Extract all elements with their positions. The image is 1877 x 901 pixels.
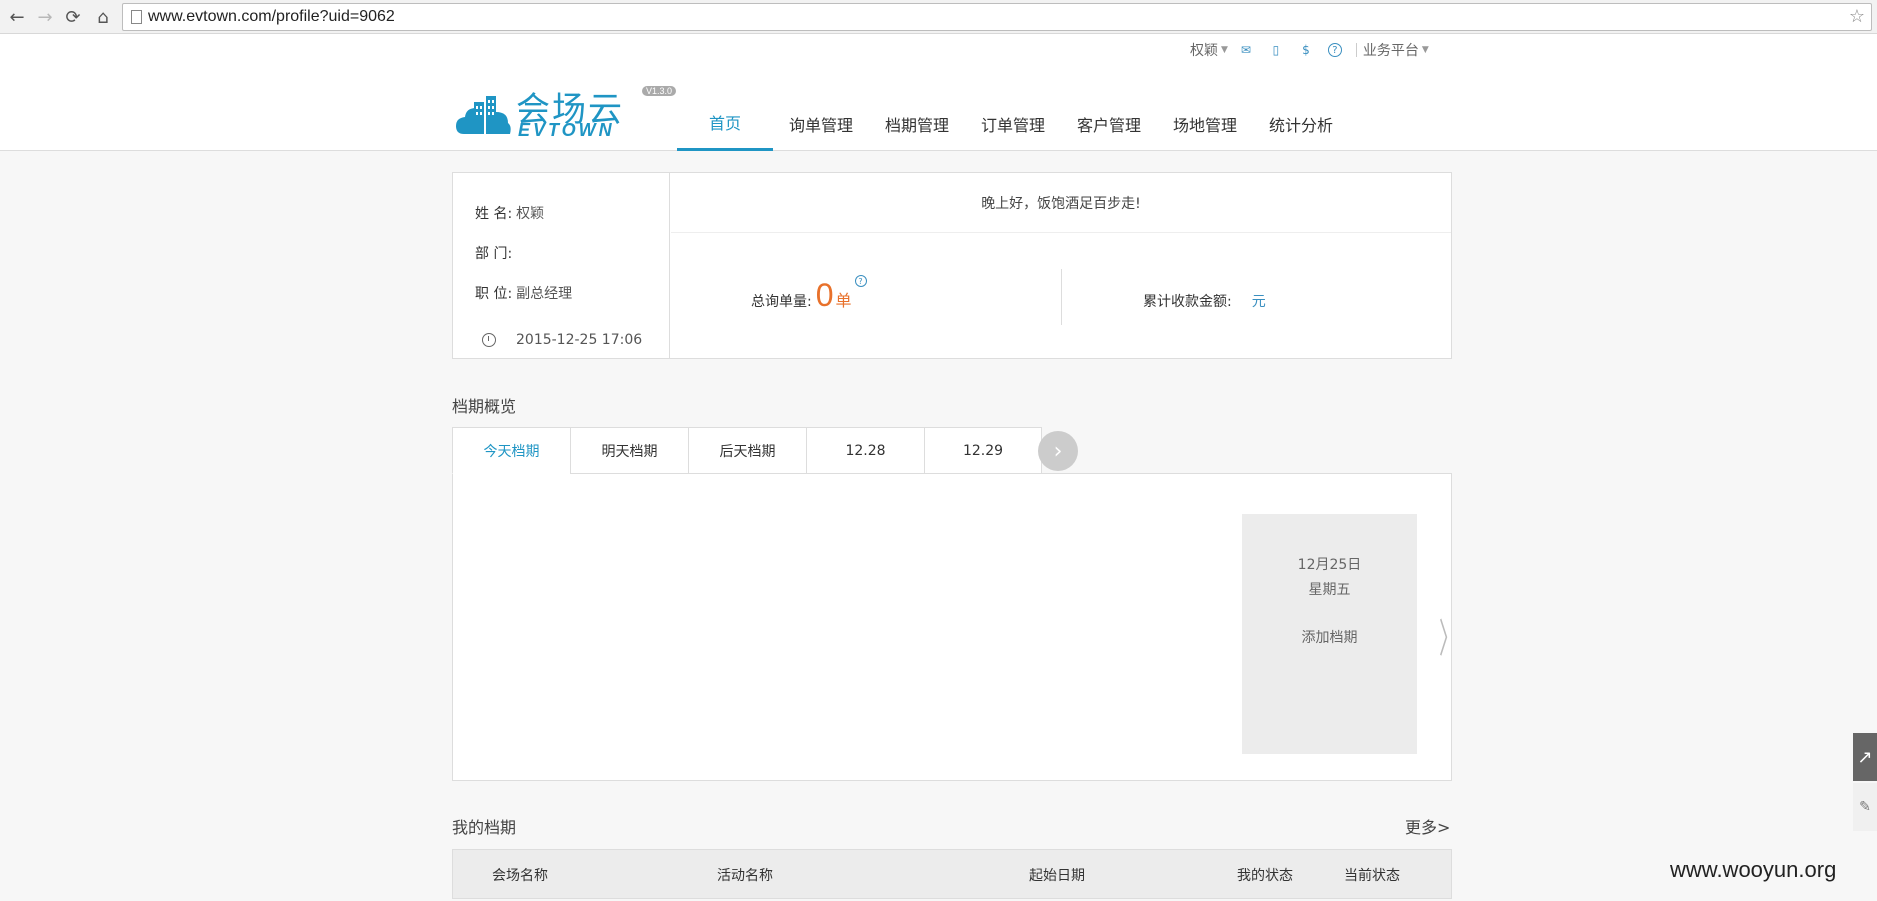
home-icon[interactable]: ⌂ [92,6,114,28]
edit-icon[interactable]: ✎ [1853,783,1877,831]
name-value: 权颖 [516,206,545,222]
version-badge: V1.3.0 [642,86,677,96]
tab-date-1228[interactable]: 12.28 [806,427,924,474]
col-venue: 会场名称 [492,868,548,884]
logo-text-en: EVTOWN [518,120,615,140]
tab-day-after[interactable]: 后天档期 [688,427,806,474]
site-header: 会场云 EVTOWN V1.3.0 首页 询单管理 档期管理 订单管理 客户管理… [0,66,1877,151]
back-icon[interactable]: ← [6,6,28,28]
browser-toolbar: ← → ⟳ ⌂ www.evtown.com/profile?uid=9062 … [0,0,1877,34]
nav-venues[interactable]: 场地管理 [1157,96,1253,151]
money-bag-icon[interactable]: $ [1298,42,1314,58]
chevron-right-icon[interactable]: 〉 [1439,606,1459,664]
day-card-weekday: 星期五 [1308,582,1351,598]
profile-panel: 姓 名: 权颖 部 门: 职 位: 副总经理 2015-12-25 17:06 … [452,172,1452,359]
amount-unit: 元 [1251,294,1266,310]
nav-schedules[interactable]: 档期管理 [869,96,965,151]
help-icon[interactable]: ? [854,275,867,287]
title-value: 副总经理 [516,286,573,302]
more-link[interactable]: 更多> [1405,814,1450,838]
clock-icon [482,333,496,347]
user-bar: 权颖 ▼ ✉ ▯ $ ? 业务平台 ▼ [1190,38,1439,62]
back-to-top-button[interactable]: ↗ [1853,733,1877,781]
tab-tomorrow[interactable]: 明天档期 [570,427,688,474]
datetime: 2015-12-25 17:06 [516,332,643,348]
nav-home[interactable]: 首页 [677,96,773,151]
page-icon [131,10,142,24]
title-label: 职 位: [475,286,513,302]
day-card-date: 12月25日 [1297,557,1362,573]
inquiry-unit: 单 [835,291,852,310]
schedule-overview-title: 档期概览 [452,397,517,416]
schedule-panel: 12月25日 星期五 添加档期 〉 [452,473,1459,781]
title-row: 职 位: 副总经理 [475,273,647,313]
tab-date-1229[interactable]: 12.29 [924,427,1042,474]
nav-inquiries[interactable]: 询单管理 [773,96,869,151]
reload-icon[interactable]: ⟳ [62,6,84,28]
dept-row: 部 门: [475,233,647,273]
username: 权颖 [1190,43,1218,59]
address-bar[interactable]: www.evtown.com/profile?uid=9062 ☆ [122,3,1872,31]
caret-down-icon: ▼ [1421,45,1429,55]
tab-today[interactable]: 今天档期 [452,427,570,474]
platform-label: 业务平台 [1362,43,1419,59]
amount-label: 累计收款金额: [1143,294,1232,310]
add-schedule-link[interactable]: 添加档期 [1302,627,1358,647]
tabs-next-button[interactable]: › [1038,431,1078,471]
watermark: www.wooyun.org [1670,857,1837,882]
cloud-building-icon [456,96,511,134]
user-menu[interactable]: 权颖 ▼ [1190,40,1228,60]
table-header: 会场名称 活动名称 起始日期 我的状态 当前状态 [452,849,1452,899]
nav-orders[interactable]: 订单管理 [965,96,1061,151]
bookmark-star-icon[interactable]: ☆ [1849,6,1865,27]
divider [1355,43,1357,57]
inquiry-label: 总询单量: [751,294,812,310]
mail-icon[interactable]: ✉ [1238,42,1254,58]
url-text: www.evtown.com/profile?uid=9062 [148,8,395,25]
stats-area: 总询单量: 0 单 ? 累计收款金额: 元 [671,233,1451,357]
dept-label: 部 门: [475,246,513,262]
nav-customers[interactable]: 客户管理 [1061,96,1157,151]
day-card[interactable]: 12月25日 星期五 添加档期 [1242,514,1417,754]
nav-statistics[interactable]: 统计分析 [1253,96,1349,151]
name-label: 姓 名: [475,206,513,222]
schedule-tabs: 今天档期 明天档期 后天档期 12.28 12.29 [452,427,1042,474]
help-icon[interactable]: ? [1327,43,1342,57]
main-nav: 首页 询单管理 档期管理 订单管理 客户管理 场地管理 统计分析 [677,96,1349,151]
platform-menu[interactable]: 业务平台 ▼ [1363,40,1429,60]
caret-down-icon: ▼ [1221,45,1228,55]
col-current-status: 当前状态 [1344,868,1400,884]
greeting: 晚上好，饭饱酒足百步走! [671,173,1451,233]
col-start-date: 起始日期 [1029,868,1085,884]
profile-info: 姓 名: 权颖 部 门: 职 位: 副总经理 2015-12-25 17:06 [453,173,670,358]
col-my-status: 我的状态 [1237,868,1293,884]
inquiry-count: 0 [815,277,834,313]
my-schedule-title: 我的档期 [452,818,517,837]
forward-icon[interactable]: → [34,6,56,28]
amount-stat: 累计收款金额: 元 [1143,291,1266,311]
divider [1061,269,1062,325]
login-time: 2015-12-25 17:06 [482,332,642,348]
col-event: 活动名称 [717,868,773,884]
mobile-icon[interactable]: ▯ [1268,42,1284,58]
logo[interactable]: 会场云 EVTOWN V1.3.0 [456,84,677,144]
inquiry-stat: 总询单量: 0 单 ? [751,275,867,313]
profile-stats: 晚上好，饭饱酒足百步走! 总询单量: 0 单 ? 累计收款金额: 元 [671,173,1451,358]
name-row: 姓 名: 权颖 [475,193,647,233]
